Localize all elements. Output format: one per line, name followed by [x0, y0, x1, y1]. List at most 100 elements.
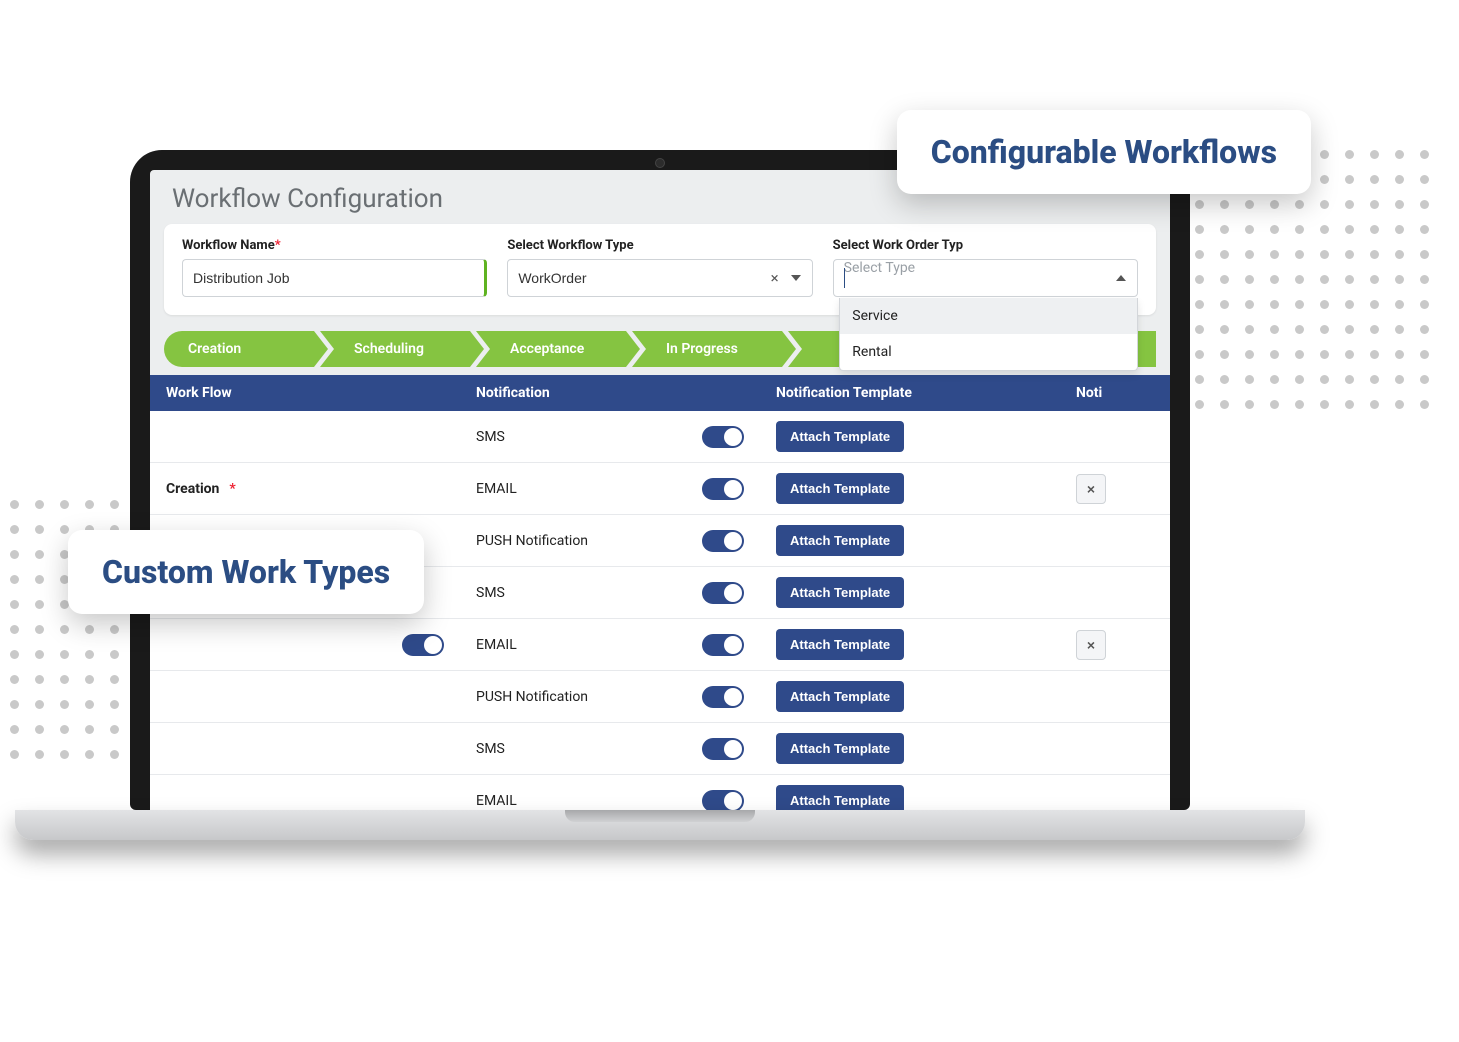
- template-cell: Attach Template: [760, 567, 1060, 618]
- attach-template-button[interactable]: Attach Template: [776, 525, 904, 556]
- col-notification: Notification: [460, 375, 760, 411]
- notification-toggle[interactable]: [702, 426, 744, 448]
- required-asterisk: *: [229, 481, 235, 497]
- callout-custom-work-types: Custom Work Types: [68, 530, 424, 614]
- notification-toggle[interactable]: [702, 530, 744, 552]
- workflow-cell: Creation *: [150, 471, 460, 507]
- template-cell: Attach Template: [760, 515, 1060, 566]
- required-asterisk: *: [275, 238, 281, 253]
- callout-title: Custom Work Types: [102, 552, 390, 592]
- attach-template-button[interactable]: Attach Template: [776, 629, 904, 660]
- stage-acceptance[interactable]: Acceptance: [476, 331, 626, 367]
- workflow-cell: [150, 624, 460, 666]
- table-row: SMS Attach Template: [150, 411, 1170, 463]
- table-header: Work Flow Notification Notification Temp…: [150, 375, 1170, 411]
- attach-template-button[interactable]: Attach Template: [776, 473, 904, 504]
- table-row: EMAIL Attach Template ×: [150, 619, 1170, 671]
- stage-scheduling[interactable]: Scheduling: [320, 331, 470, 367]
- config-card: Workflow Name* Select Workflow Type × Se…: [164, 224, 1156, 315]
- notification-type: PUSH Notification: [476, 533, 588, 549]
- table-row: EMAIL Attach Template: [150, 775, 1170, 810]
- workflow-name-input[interactable]: [182, 259, 487, 297]
- notification-cell: SMS: [460, 572, 760, 614]
- template-cell: Attach Template: [760, 411, 1060, 462]
- col-template: Notification Template: [760, 375, 1060, 411]
- table-row: Creation * EMAIL Attach Template ×: [150, 463, 1170, 515]
- template-cell: Attach Template: [760, 671, 1060, 722]
- notification-type: SMS: [476, 585, 505, 601]
- workflow-type-select[interactable]: [507, 259, 812, 297]
- remove-row-button[interactable]: ×: [1076, 630, 1106, 660]
- action-cell: [1060, 687, 1170, 707]
- notification-toggle[interactable]: [702, 686, 744, 708]
- workflow-name: Creation: [166, 481, 219, 497]
- template-cell: Attach Template: [760, 723, 1060, 774]
- notification-cell: PUSH Notification: [460, 676, 760, 718]
- attach-template-button[interactable]: Attach Template: [776, 733, 904, 764]
- stage-creation[interactable]: Creation: [164, 331, 314, 367]
- notification-toggle[interactable]: [702, 634, 744, 656]
- notification-cell: SMS: [460, 416, 760, 458]
- work-order-type-select[interactable]: Select Type: [833, 259, 1138, 297]
- action-cell: [1060, 427, 1170, 447]
- close-icon: ×: [1087, 481, 1095, 497]
- stage-in-progress[interactable]: In Progress: [632, 331, 782, 367]
- action-cell: ×: [1060, 620, 1170, 670]
- workflow-cell: [150, 791, 460, 811]
- workflow-cell: [150, 687, 460, 707]
- notification-type: SMS: [476, 741, 505, 757]
- notification-toggle[interactable]: [702, 478, 744, 500]
- field-workflow-name: Workflow Name*: [182, 238, 487, 297]
- table-row: PUSH Notification Attach Template: [150, 671, 1170, 723]
- notification-type: PUSH Notification: [476, 689, 588, 705]
- notification-cell: SMS: [460, 728, 760, 770]
- col-workflow: Work Flow: [150, 375, 460, 411]
- chevron-up-icon[interactable]: [1116, 275, 1126, 281]
- field-work-order-type: Select Work Order Typ Select Type: [833, 238, 1138, 297]
- notification-toggle[interactable]: [702, 790, 744, 811]
- clear-icon[interactable]: ×: [771, 269, 779, 287]
- work-order-type-placeholder: Select Type: [844, 260, 915, 276]
- notification-type: EMAIL: [476, 637, 517, 653]
- notification-type: SMS: [476, 429, 505, 445]
- col-noti: Noti: [1060, 375, 1170, 411]
- action-cell: [1060, 583, 1170, 603]
- laptop-base: [15, 810, 1305, 840]
- notification-cell: EMAIL: [460, 624, 760, 666]
- label-work-order-type: Select Work Order Typ: [833, 238, 1138, 253]
- attach-template-button[interactable]: Attach Template: [776, 681, 904, 712]
- chevron-down-icon[interactable]: [791, 275, 801, 281]
- workflow-cell: [150, 427, 460, 447]
- remove-row-button[interactable]: ×: [1076, 474, 1106, 504]
- attach-template-button[interactable]: Attach Template: [776, 785, 904, 810]
- dropdown-option-service[interactable]: Service: [840, 298, 1137, 334]
- notification-type: EMAIL: [476, 793, 517, 809]
- template-cell: Attach Template: [760, 775, 1060, 810]
- close-icon: ×: [1087, 637, 1095, 653]
- action-cell: ×: [1060, 464, 1170, 514]
- notification-cell: EMAIL: [460, 780, 760, 811]
- workflow-toggle[interactable]: [402, 634, 444, 656]
- table-row: SMS Attach Template: [150, 723, 1170, 775]
- camera-dot: [655, 158, 665, 168]
- callout-configurable-workflows: Configurable Workflows: [897, 110, 1311, 194]
- template-cell: Attach Template: [760, 463, 1060, 514]
- action-cell: [1060, 791, 1170, 811]
- notification-type: EMAIL: [476, 481, 517, 497]
- work-order-type-dropdown: Service Rental: [839, 298, 1138, 371]
- attach-template-button[interactable]: Attach Template: [776, 421, 904, 452]
- action-cell: [1060, 739, 1170, 759]
- field-workflow-type: Select Workflow Type ×: [507, 238, 812, 297]
- notification-toggle[interactable]: [702, 582, 744, 604]
- workflow-cell: [150, 739, 460, 759]
- dropdown-option-rental[interactable]: Rental: [840, 334, 1137, 370]
- label-workflow-type: Select Workflow Type: [507, 238, 812, 253]
- laptop-frame: Workflow Configuration Workflow Name* Se…: [130, 150, 1190, 840]
- notification-cell: EMAIL: [460, 468, 760, 510]
- notification-cell: PUSH Notification: [460, 520, 760, 562]
- action-cell: [1060, 531, 1170, 551]
- notification-toggle[interactable]: [702, 738, 744, 760]
- template-cell: Attach Template: [760, 619, 1060, 670]
- callout-title: Configurable Workflows: [931, 132, 1277, 172]
- attach-template-button[interactable]: Attach Template: [776, 577, 904, 608]
